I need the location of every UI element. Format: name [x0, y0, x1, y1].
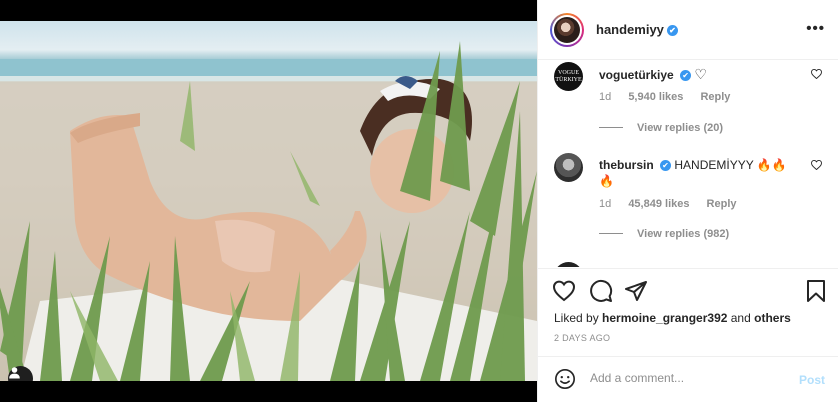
post-photo[interactable] — [0, 21, 537, 381]
like-button[interactable] — [552, 279, 576, 303]
bookmark-icon — [807, 280, 825, 302]
post-side-panel: handemiyy ✔ ••• VOGUE TÜRKIYE voguetürkiy… — [537, 0, 838, 402]
post-header: handemiyy ✔ ••• — [538, 0, 838, 60]
verified-badge-icon: ✔ — [666, 25, 678, 36]
post-date[interactable]: 2 DAYS AGO — [554, 333, 610, 343]
liked-by-others-link[interactable]: others — [754, 311, 791, 325]
commenter-username[interactable]: thebursin — [599, 158, 654, 172]
share-button[interactable] — [624, 279, 648, 303]
verified-badge-icon: ✔ — [680, 70, 692, 81]
comment-text: thebursin ✔ HANDEMİYYY 🔥🔥 🔥 — [599, 157, 789, 189]
emoji-icon — [555, 369, 575, 389]
liked-by-user-link[interactable]: hermoine_granger392 — [602, 311, 727, 325]
post-comment-button[interactable]: Post — [799, 373, 825, 387]
author-username[interactable]: handemiyy ✔ — [596, 22, 678, 37]
photo-illustration — [0, 41, 537, 381]
add-comment-bar: Post — [538, 356, 838, 402]
comment-button[interactable] — [589, 279, 613, 303]
comment-time[interactable]: 1d — [599, 198, 611, 210]
photo-pane — [0, 0, 537, 402]
comment-input[interactable] — [590, 371, 780, 385]
reply-button[interactable]: Reply — [700, 91, 730, 103]
comment-likes[interactable]: 45,849 likes — [628, 198, 689, 210]
comment-body: ♡ — [694, 66, 707, 82]
reply-button[interactable]: Reply — [707, 198, 737, 210]
comment-meta: 1d 5,940 likes Reply — [599, 91, 744, 103]
commenter-avatar[interactable]: VOGUE TÜRKIYE — [554, 62, 583, 91]
save-button[interactable] — [804, 279, 828, 303]
commenter-avatar[interactable] — [554, 262, 583, 267]
comment-text: voguetürkiye ✔ ♡ — [599, 66, 789, 83]
author-avatar[interactable] — [550, 13, 584, 47]
vogue-logo-text: VOGUE TÜRKIYE — [555, 69, 582, 83]
paper-plane-icon — [625, 281, 647, 301]
comments-list: VOGUE TÜRKIYE voguetürkiye ✔ ♡ 1d 5,940 … — [538, 61, 838, 267]
commenter-username[interactable]: voguetürkiye — [599, 68, 674, 82]
post-actions: Liked by hermoine_granger392 and others … — [538, 268, 838, 364]
liked-by-text: Liked by hermoine_granger392 and others — [554, 311, 791, 325]
comment-like-heart-icon[interactable] — [811, 68, 822, 82]
emoji-button[interactable] — [554, 368, 576, 390]
verified-badge-icon: ✔ — [660, 160, 672, 171]
view-replies-button[interactable]: View replies (982) — [599, 228, 729, 240]
commenter-avatar[interactable] — [554, 153, 583, 182]
comment-meta: 1d 45,849 likes Reply — [599, 198, 751, 210]
comment-like-heart-icon[interactable] — [811, 159, 822, 173]
more-options-button[interactable]: ••• — [806, 20, 825, 37]
heart-icon — [552, 280, 576, 302]
comment-time[interactable]: 1d — [599, 91, 611, 103]
view-replies-label: View replies (20) — [637, 122, 724, 134]
user-icon — [9, 367, 20, 379]
author-username-text[interactable]: handemiyy — [596, 22, 664, 37]
comment-likes[interactable]: 5,940 likes — [628, 91, 683, 103]
comment-icon — [590, 279, 613, 302]
view-replies-label: View replies (982) — [637, 228, 730, 240]
view-replies-button[interactable]: View replies (20) — [599, 122, 723, 134]
